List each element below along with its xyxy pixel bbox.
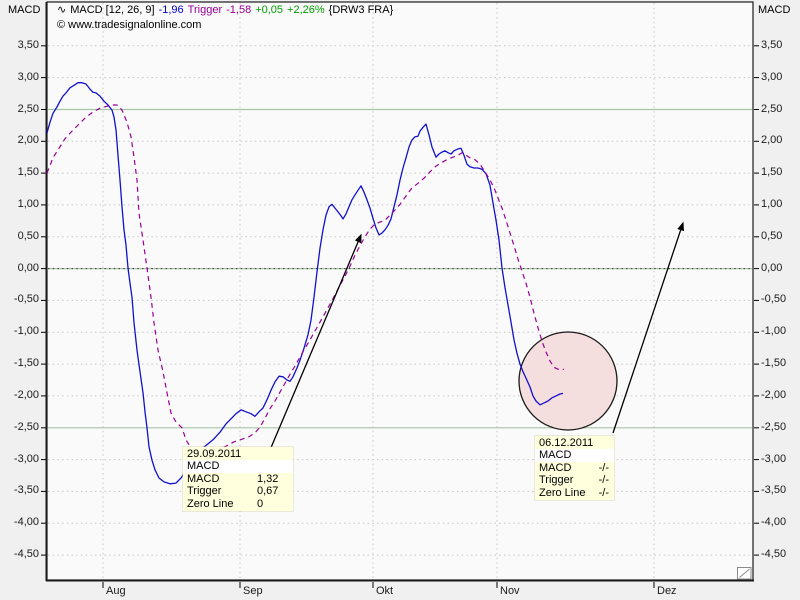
y-axis-title-right: MACD bbox=[758, 4, 791, 16]
highlight-circle[interactable] bbox=[518, 331, 618, 431]
y-tick-label-right: 1,50 bbox=[761, 166, 783, 179]
y-tick-label-left: -3,50 bbox=[13, 484, 39, 497]
month-label-sep: Sep bbox=[243, 585, 263, 597]
header-segment: MACD [12, 26, 9] bbox=[70, 4, 155, 16]
y-tick-label-right: 3,50 bbox=[761, 38, 783, 51]
y-tick-label-right: -3,50 bbox=[761, 484, 787, 497]
y-tick-label-left: 3,50 bbox=[17, 38, 39, 51]
tooltip-date: 06.12.2011 bbox=[539, 437, 594, 449]
tooltip-row: MACD -/- bbox=[535, 462, 614, 474]
tooltip-row-value: -/- bbox=[598, 474, 609, 487]
value-tooltip-1: 29.09.2011 MACD MACD 1,32 Trigger 0,67 Zero Li… bbox=[183, 447, 293, 511]
y-tick-label-right: -3,00 bbox=[761, 452, 787, 465]
y-tick-label-left: -4,00 bbox=[13, 516, 39, 529]
y-tick-label-right: 2,50 bbox=[761, 102, 783, 115]
y-tick-label-left: 3,00 bbox=[17, 70, 39, 83]
tooltip-row: Zero Line 0 bbox=[183, 498, 293, 510]
indicator-header-values: MACD [12, 26, 9] -1,96 Trigger -1,58 +0,05 +2… bbox=[70, 4, 397, 16]
tooltip-date: 29.09.2011 bbox=[187, 448, 242, 460]
y-tick-label-left: -2,00 bbox=[13, 388, 39, 401]
tooltip-row: MACD 1,32 bbox=[183, 473, 293, 485]
y-tick-label-right: 0,50 bbox=[761, 229, 783, 242]
month-label-aug: Aug bbox=[106, 585, 126, 597]
indicator-header: ∿ MACD [12, 26, 9] -1,96 Trigger -1,58 +0,05 +… bbox=[57, 3, 397, 16]
tooltip-row-label: Trigger bbox=[539, 474, 574, 487]
y-tick-label-left: 2,50 bbox=[17, 102, 39, 115]
tooltip-row: Trigger -/- bbox=[535, 474, 614, 486]
y-tick-label-left: -0,50 bbox=[13, 293, 39, 306]
header-segment: -1,58 bbox=[226, 4, 252, 16]
tooltip-series-name: MACD bbox=[183, 460, 293, 473]
tooltip-row-label: MACD bbox=[187, 472, 220, 485]
tooltip-row-label: MACD bbox=[539, 461, 572, 474]
tooltip-row-value: 0 bbox=[257, 497, 264, 510]
value-tooltip-2: 06.12.2011 MACD MACD -/- Trigger -/- Zero Line… bbox=[535, 436, 614, 500]
y-tick-label-right: 0,00 bbox=[761, 261, 783, 274]
header-segment: +0,05 bbox=[255, 4, 284, 16]
y-tick-label-right: 1,00 bbox=[761, 197, 783, 210]
y-tick-label-left: 0,00 bbox=[17, 261, 39, 274]
y-tick-label-left: 2,00 bbox=[17, 134, 39, 147]
y-tick-label-right: 3,00 bbox=[761, 70, 783, 83]
header-segment: {DRW3 FRA} bbox=[328, 4, 394, 16]
copyright-text: © www.tradesignalonline.com bbox=[57, 19, 202, 31]
y-tick-label-right: -2,00 bbox=[761, 388, 787, 401]
y-axis-title-left: MACD bbox=[8, 4, 41, 16]
header-segment: +2,26% bbox=[287, 4, 325, 16]
y-tick-label-right: -1,50 bbox=[761, 357, 787, 370]
chart-window: MACD MACD ∿ MACD [12, 26, 9] -1,96 Trigger -… bbox=[0, 0, 800, 600]
y-tick-label-left: -1,50 bbox=[13, 357, 39, 370]
y-tick-label-right: -4,00 bbox=[761, 516, 787, 529]
y-tick-label-left: 1,00 bbox=[17, 197, 39, 210]
tooltip-series-name: MACD bbox=[535, 449, 614, 462]
y-tick-label-left: 1,50 bbox=[17, 166, 39, 179]
y-tick-label-left: 0,50 bbox=[17, 229, 39, 242]
y-tick-label-right: -0,50 bbox=[761, 293, 787, 306]
y-tick-label-left: -2,50 bbox=[13, 420, 39, 433]
month-label-okt: Okt bbox=[376, 585, 394, 597]
y-tick-label-left: -3,00 bbox=[13, 452, 39, 465]
month-label-dez: Dez bbox=[657, 585, 677, 597]
y-tick-label-right: -1,00 bbox=[761, 325, 787, 338]
header-segment: -1,96 bbox=[158, 4, 184, 16]
tooltip-row-label: Zero Line bbox=[187, 497, 234, 510]
y-tick-label-right: -2,50 bbox=[761, 420, 787, 433]
chart-canvas[interactable] bbox=[0, 0, 800, 600]
tooltip-row-value: 0,67 bbox=[257, 485, 279, 498]
y-tick-label-right: -4,50 bbox=[761, 548, 787, 561]
tooltip-row: Zero Line -/- bbox=[535, 487, 614, 499]
tooltip-row: Trigger 0,67 bbox=[183, 485, 293, 497]
plot-background[interactable] bbox=[46, 1, 754, 581]
y-tick-label-right: 2,00 bbox=[761, 134, 783, 147]
header-segment: Trigger bbox=[187, 4, 223, 16]
y-tick-label-left: -1,00 bbox=[13, 325, 39, 338]
y-tick-label-left: -4,50 bbox=[13, 548, 39, 561]
tooltip-row-label: Trigger bbox=[187, 485, 222, 498]
tooltip-row-value: -/- bbox=[598, 461, 609, 474]
tooltip-row-value: -/- bbox=[598, 486, 609, 499]
tooltip-row-label: Zero Line bbox=[539, 486, 586, 499]
wave-icon: ∿ bbox=[57, 4, 67, 16]
tooltip-row-value: 1,32 bbox=[257, 472, 279, 485]
month-label-nov: Nov bbox=[500, 585, 520, 597]
